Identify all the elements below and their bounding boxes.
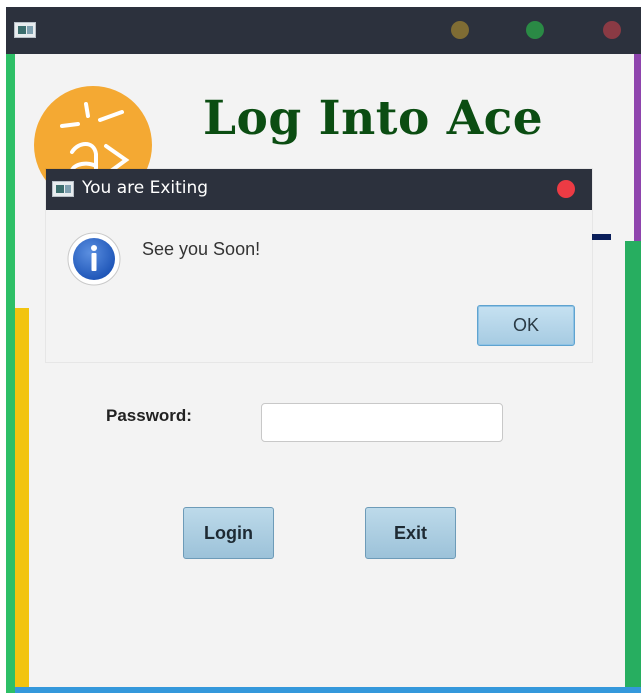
info-icon <box>67 232 121 286</box>
login-button[interactable]: Login <box>183 507 274 559</box>
main-window-titlebar[interactable] <box>6 7 641 54</box>
decorative-mark <box>590 234 611 240</box>
dialog-app-icon <box>52 181 74 197</box>
maximize-button[interactable] <box>526 21 544 39</box>
close-button[interactable] <box>603 21 621 39</box>
ok-button[interactable]: OK <box>477 305 575 346</box>
right-green-border <box>625 241 641 693</box>
dialog-message: See you Soon! <box>142 239 261 259</box>
page-title: Log Into Ace <box>203 91 544 146</box>
left-green-border <box>6 54 15 693</box>
left-yellow-border <box>15 308 29 693</box>
password-input[interactable] <box>261 403 503 442</box>
minimize-button[interactable] <box>451 21 469 39</box>
dialog-title: You are Exiting <box>82 178 209 198</box>
dialog-close-button[interactable] <box>557 180 575 198</box>
password-label: Password: <box>106 406 192 425</box>
right-purple-border <box>634 54 641 242</box>
bottom-blue-border <box>15 687 641 693</box>
window-app-icon <box>14 22 36 38</box>
dialog-titlebar[interactable]: You are Exiting <box>46 169 592 210</box>
exit-button[interactable]: Exit <box>365 507 456 559</box>
exit-dialog: You are Exiting See you Soon! OK <box>46 169 592 362</box>
